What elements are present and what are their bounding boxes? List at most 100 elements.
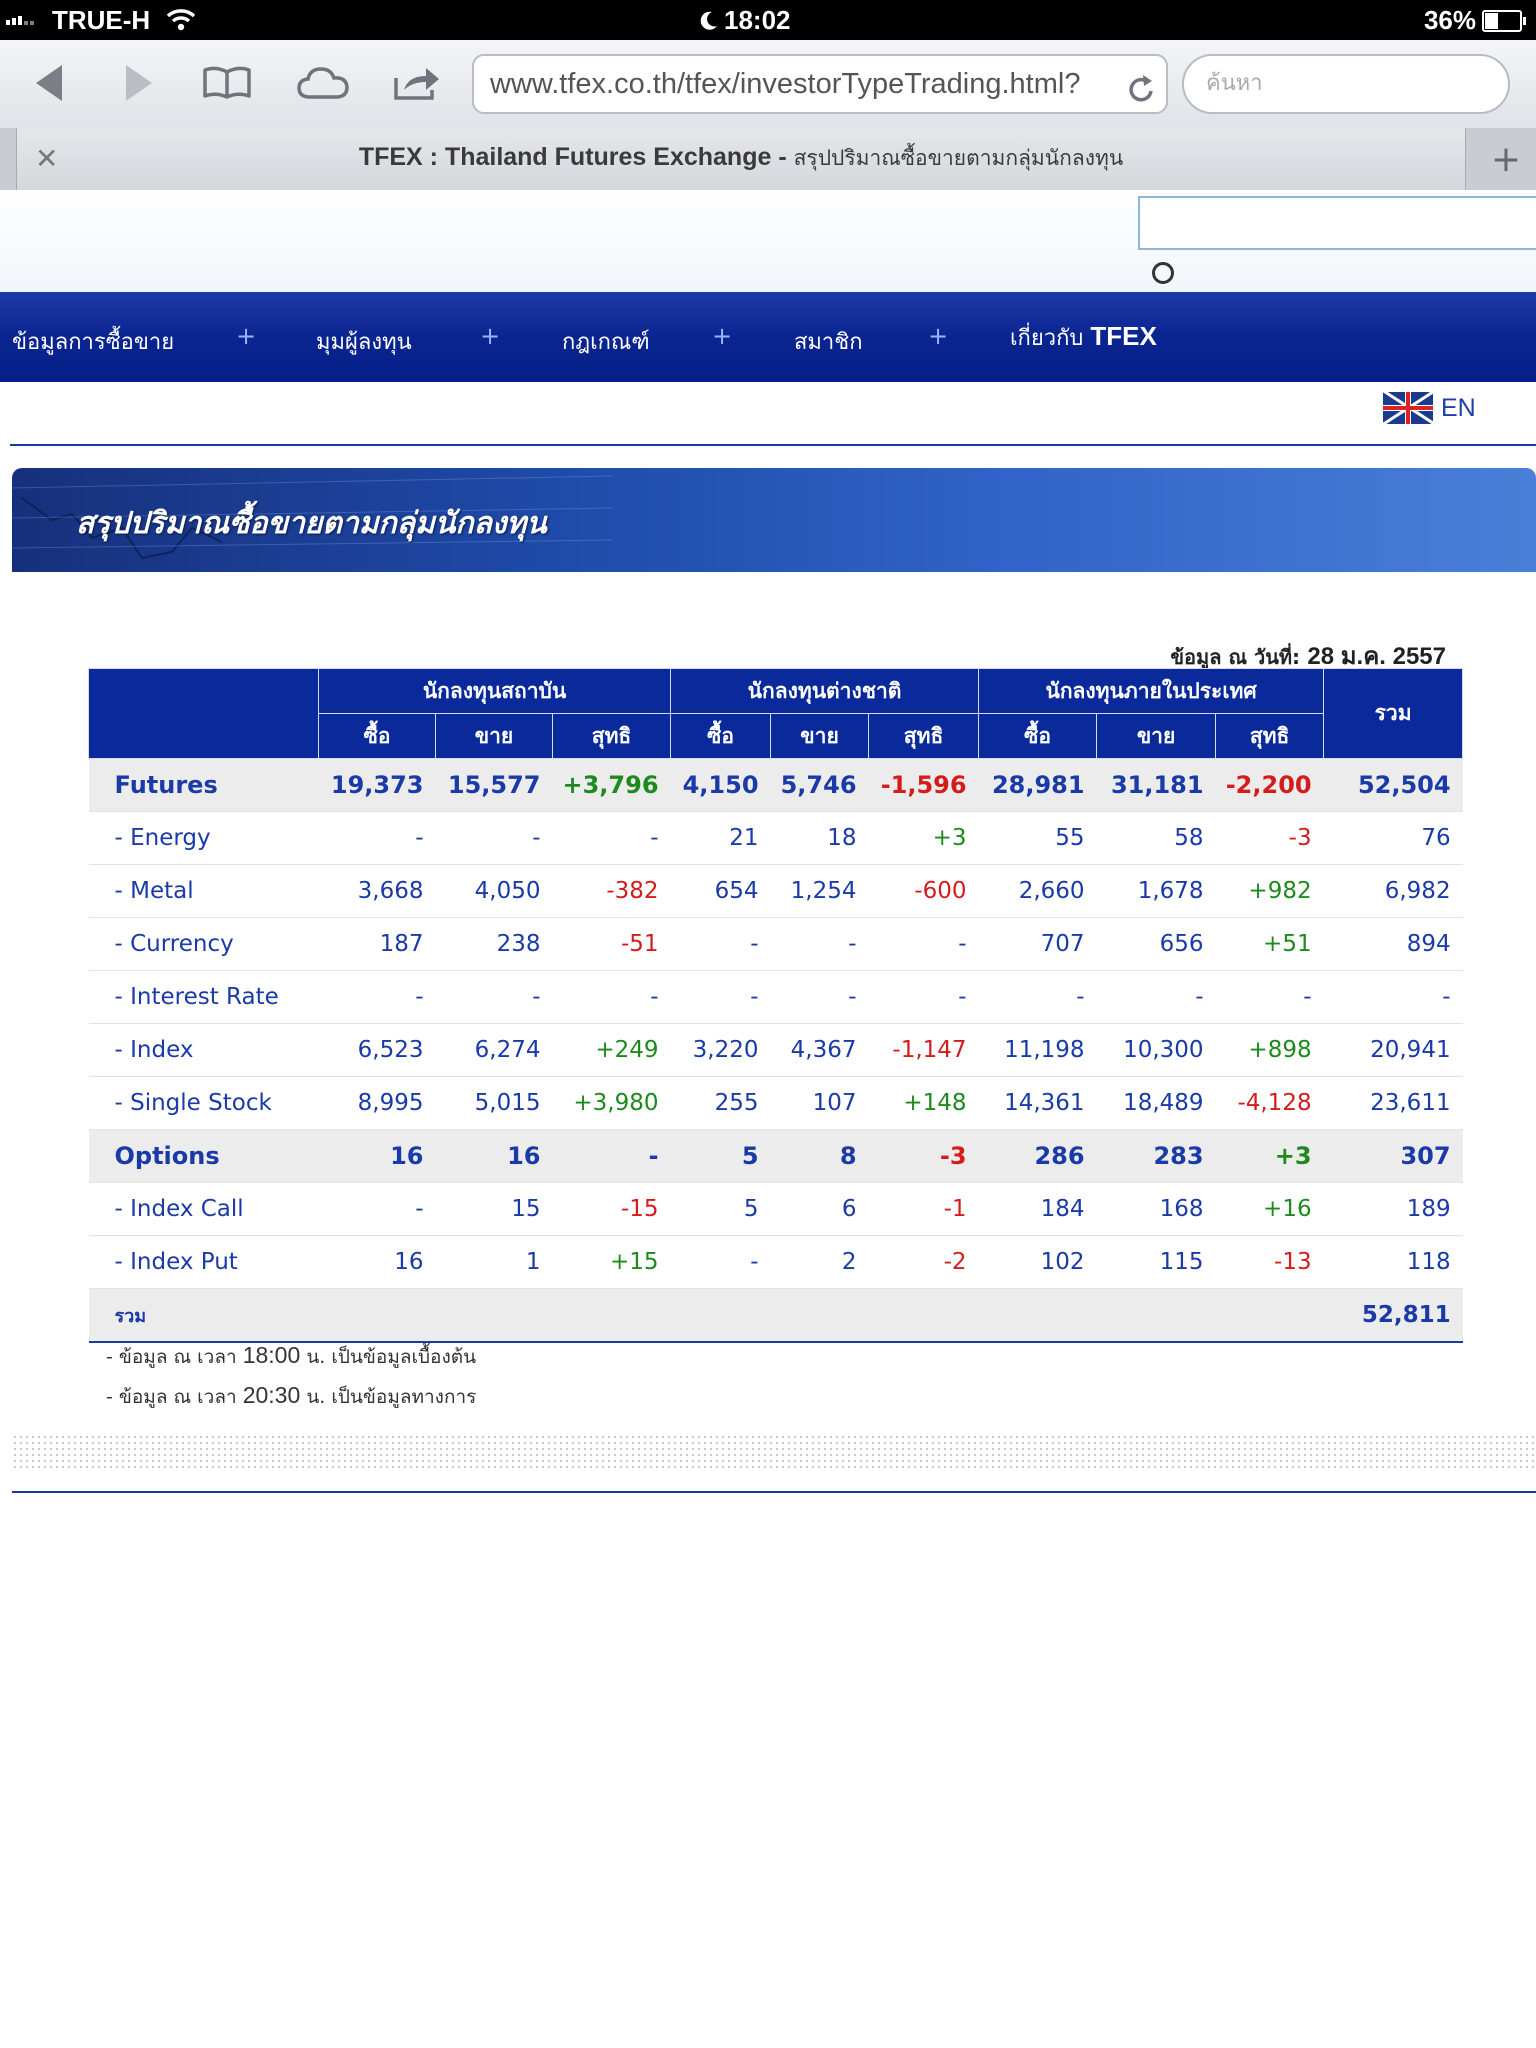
as-of-value: 28 ม.ค. 2557 bbox=[1307, 643, 1446, 670]
nav-item-members[interactable]: สมาชิก bbox=[794, 324, 863, 359]
table-cell: 15,577 bbox=[435, 758, 553, 812]
table-cell: -15 bbox=[552, 1182, 671, 1236]
footnote-text: น. เป็นข้อมูลเบื้องต้น bbox=[306, 1346, 477, 1368]
table-cell: - bbox=[552, 970, 671, 1024]
signal-icon bbox=[6, 16, 34, 25]
table-cell: 15 bbox=[435, 1182, 553, 1236]
table-cell: +982 bbox=[1215, 864, 1324, 918]
table-cell: 10,300 bbox=[1096, 1023, 1216, 1077]
table-row: - Interest Rate - - - - - - - - - - bbox=[88, 970, 1463, 1024]
table-cell: 4,050 bbox=[435, 864, 553, 918]
table-cell: 286 bbox=[978, 1129, 1097, 1183]
table-cell: - bbox=[868, 970, 979, 1024]
header-net: สุทธิ bbox=[1215, 713, 1325, 759]
browser-search-field[interactable]: ค้นหา bbox=[1182, 54, 1510, 114]
new-tab-icon[interactable]: + bbox=[1476, 128, 1536, 190]
table-cell: 31,181 bbox=[1096, 758, 1216, 812]
table-cell: - bbox=[770, 970, 869, 1024]
table-cell: 52,504 bbox=[1323, 758, 1463, 812]
table-cell: 894 bbox=[1323, 917, 1463, 971]
table-cell: - bbox=[552, 1129, 671, 1183]
table-row: Futures 19,373 15,577 +3,796 4,150 5,746 -1,59… bbox=[88, 758, 1463, 812]
table-cell: - bbox=[670, 917, 771, 971]
wifi-icon bbox=[166, 8, 196, 39]
language-switch[interactable]: EN bbox=[1383, 392, 1476, 424]
divider bbox=[12, 1491, 1536, 1493]
footnote-text: - ข้อมูล ณ เวลา bbox=[106, 1386, 237, 1408]
header-total: รวม bbox=[1323, 668, 1464, 759]
table-cell: 1 bbox=[435, 1235, 553, 1289]
table-cell: -600 bbox=[868, 864, 979, 918]
empty-cell bbox=[318, 1288, 436, 1343]
table-cell: - bbox=[670, 970, 771, 1024]
table-cell: 115 bbox=[1096, 1235, 1216, 1289]
header-buy: ซื้อ bbox=[978, 713, 1098, 759]
empty-cell bbox=[868, 1288, 979, 1343]
table-cell: 118 bbox=[1323, 1235, 1463, 1289]
row-label: - Energy bbox=[88, 811, 319, 865]
header-buy: ซื้อ bbox=[670, 713, 772, 759]
site-search-input[interactable] bbox=[1138, 196, 1536, 250]
tab-title-thai: สรุปปริมาณซื้อขายตามกลุ่มนักลงทุน bbox=[793, 147, 1124, 170]
table-cell: - bbox=[1323, 970, 1463, 1024]
table-cell: 18 bbox=[770, 811, 869, 865]
nav-plus-icon[interactable]: + bbox=[712, 322, 732, 350]
nav-item-about[interactable]: เกี่ยวกับ TFEX bbox=[1010, 320, 1157, 355]
table-cell: +16 bbox=[1215, 1182, 1324, 1236]
nav-plus-icon[interactable]: + bbox=[480, 322, 500, 350]
row-label: Options bbox=[88, 1129, 319, 1183]
table-cell: +3 bbox=[1215, 1129, 1324, 1183]
nav-item-trading-data[interactable]: ข้อมูลการซื้อขาย bbox=[12, 324, 174, 359]
table-cell: +15 bbox=[552, 1235, 671, 1289]
nav-plus-icon[interactable]: + bbox=[928, 322, 948, 350]
table-cell: +3,980 bbox=[552, 1076, 671, 1130]
cloud-icon[interactable] bbox=[296, 58, 350, 108]
share-icon[interactable] bbox=[390, 58, 444, 108]
table-cell: 8,995 bbox=[318, 1076, 436, 1130]
table-cell: 5,746 bbox=[770, 758, 869, 812]
table-cell: 55 bbox=[978, 811, 1097, 865]
table-cell: 255 bbox=[670, 1076, 771, 1130]
nav-plus-icon[interactable]: + bbox=[236, 322, 256, 350]
table-cell: 4,150 bbox=[670, 758, 771, 812]
reload-icon[interactable] bbox=[1126, 68, 1156, 112]
url-field[interactable]: www.tfex.co.th/tfex/investorTypeTrading.… bbox=[472, 54, 1168, 114]
table-cell: - bbox=[670, 1235, 771, 1289]
header-foreign: นักลงทุนต่างชาติ bbox=[670, 668, 980, 714]
nav-item-investor-corner[interactable]: มุมผู้ลงทุน bbox=[316, 324, 412, 359]
time-label: 18:02 bbox=[724, 5, 791, 35]
table-cell: 21 bbox=[670, 811, 771, 865]
battery-status: 36% bbox=[1424, 5, 1526, 36]
language-label: EN bbox=[1441, 393, 1476, 422]
active-tab[interactable]: ✕ TFEX : Thailand Futures Exchange - สรุ… bbox=[16, 128, 1466, 190]
table-row: Options 16 16-5 8 -3 286 283 +3 307 bbox=[88, 1129, 1463, 1183]
row-label: - Index Call bbox=[88, 1182, 319, 1236]
search-icon[interactable] bbox=[1152, 262, 1174, 284]
empty-cell bbox=[670, 1288, 771, 1343]
table-cell: 19,373 bbox=[318, 758, 436, 812]
table-cell: -3 bbox=[1215, 811, 1324, 865]
table-cell: -1,147 bbox=[868, 1023, 979, 1077]
table-cell: +3,796 bbox=[552, 758, 671, 812]
page-banner: สรุปปริมาณซื้อขายตามกลุ่มนักลงทุน bbox=[12, 468, 1536, 572]
table-cell: 707 bbox=[978, 917, 1097, 971]
table-cell: - bbox=[1096, 970, 1216, 1024]
table-cell: 656 bbox=[1096, 917, 1216, 971]
table-cell: 307 bbox=[1323, 1129, 1463, 1183]
url-text: www.tfex.co.th/tfex/investorTypeTrading.… bbox=[490, 68, 1081, 100]
table-cell: 3,668 bbox=[318, 864, 436, 918]
table-cell: 5 bbox=[670, 1129, 771, 1183]
table-cell: 1,678 bbox=[1096, 864, 1216, 918]
back-icon[interactable] bbox=[22, 58, 76, 108]
nav-item-rules[interactable]: กฎเกณฑ์ bbox=[562, 324, 650, 359]
table-cell: +148 bbox=[868, 1076, 979, 1130]
table-cell: 20,941 bbox=[1323, 1023, 1463, 1077]
table-row: - Currency 187 238 -51- - -707 656 +51 894 bbox=[88, 917, 1463, 971]
table-cell: 58 bbox=[1096, 811, 1216, 865]
table-cell: 6 bbox=[770, 1182, 869, 1236]
table-cell: -2,200 bbox=[1215, 758, 1324, 812]
forward-icon[interactable] bbox=[112, 58, 166, 108]
table-cell: 187 bbox=[318, 917, 436, 971]
bookmarks-icon[interactable] bbox=[200, 58, 254, 108]
nav-about-brand: TFEX bbox=[1090, 321, 1157, 351]
